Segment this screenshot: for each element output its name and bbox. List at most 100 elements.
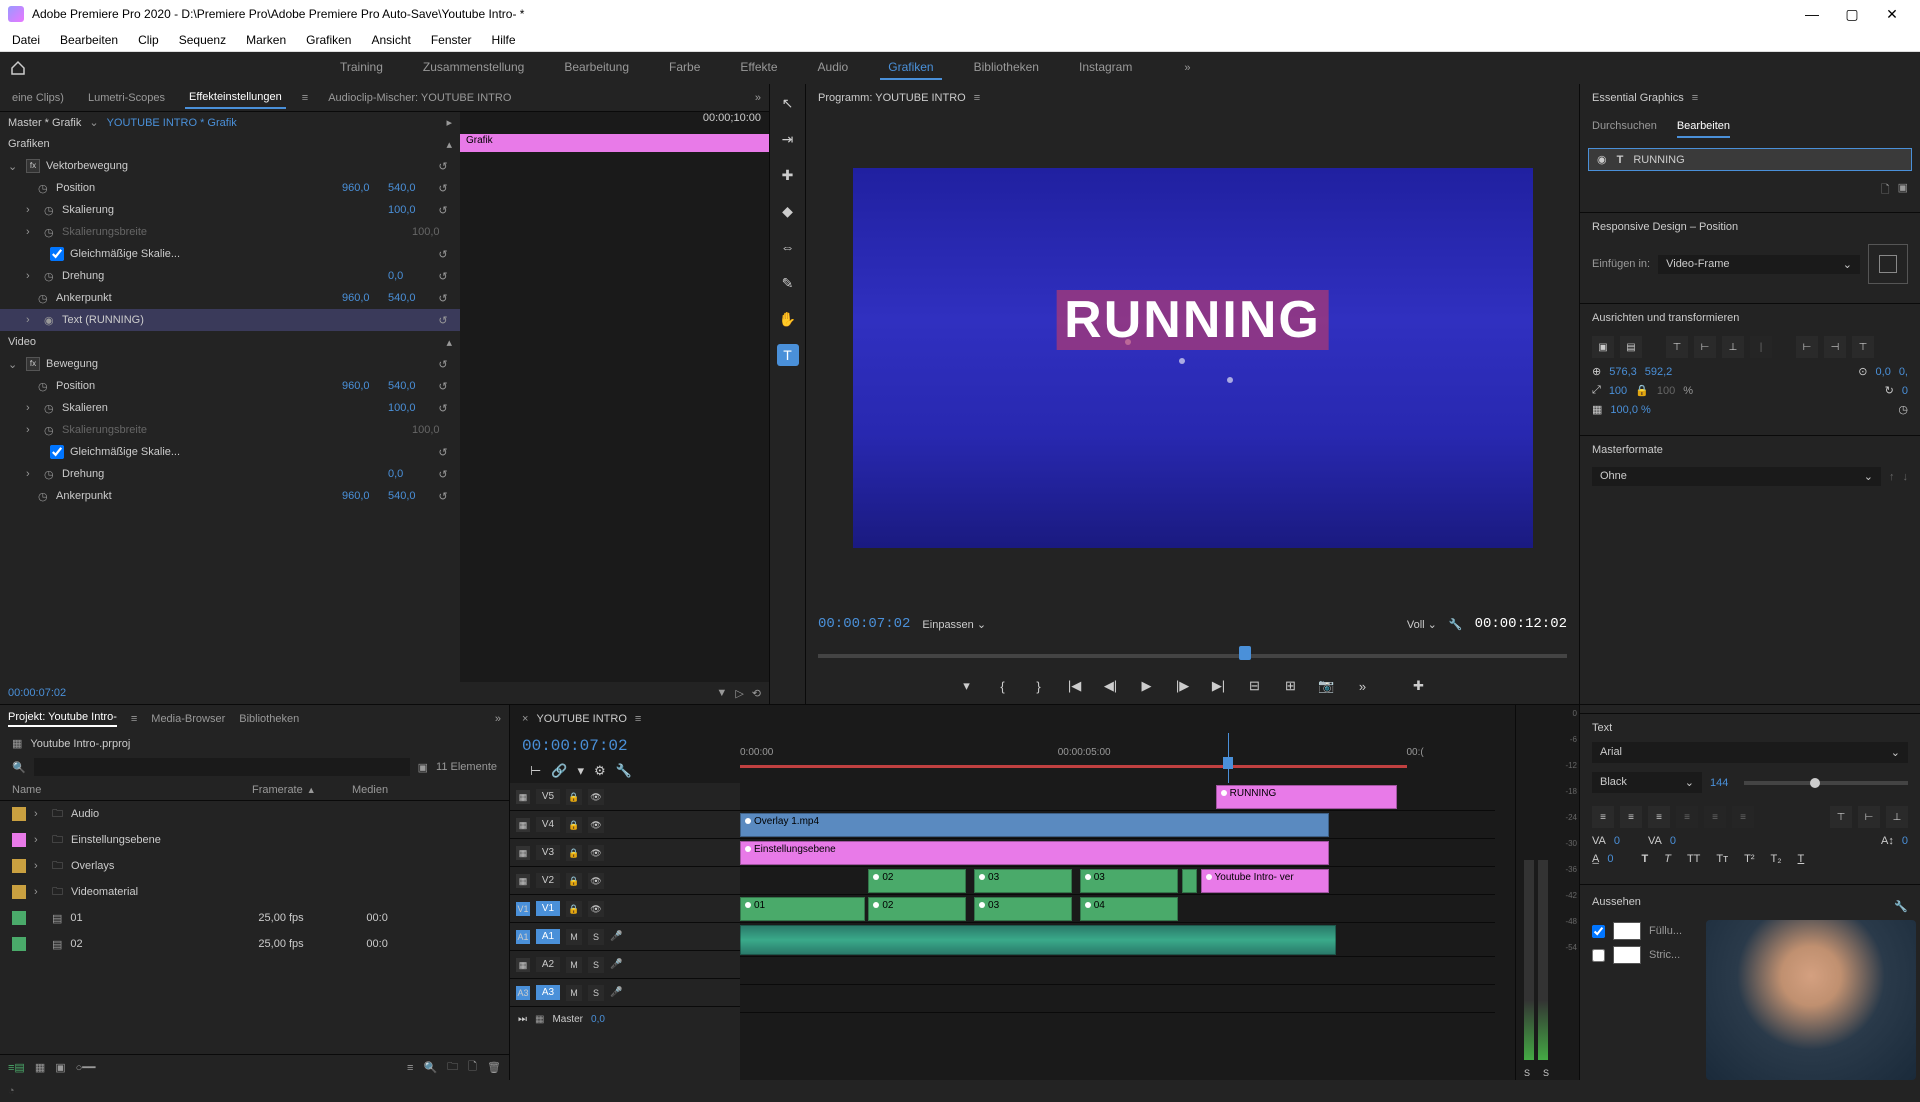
reset-icon[interactable] [434,248,452,261]
eg-tab-bearbeiten[interactable]: Bearbeiten [1677,116,1730,138]
stopwatch-icon[interactable]: ◷ [44,270,56,283]
clip-03-v2[interactable]: 03 [974,869,1072,893]
align-left-icon[interactable]: ▣ [1592,336,1614,358]
menu-bearbeiten[interactable]: Bearbeiten [52,31,126,49]
clip-overlay[interactable]: Overlay 1.mp4 [740,813,1329,837]
reset-icon[interactable] [434,292,452,305]
timeline-tc[interactable]: 00:00:07:02 [522,737,668,755]
expand-icon[interactable]: › [34,834,44,846]
track-source-a3[interactable]: A3 [516,986,530,1000]
project-item[interactable]: ▤0125,00 fps00:0 [0,905,509,931]
menu-sequenz[interactable]: Sequenz [171,31,234,49]
ec-master-label[interactable]: Master * Grafik [8,117,81,129]
group-grafiken[interactable]: Grafiken [8,138,440,150]
menu-grafiken[interactable]: Grafiken [298,31,359,49]
list-view-icon[interactable]: ≡▤ [8,1061,25,1074]
panel-menu-icon[interactable]: ≡ [635,713,641,725]
stopwatch-icon[interactable]: ◷ [44,468,56,481]
clip-02-v1[interactable]: 02 [868,897,966,921]
stopwatch-icon[interactable]: ◷ [44,402,56,415]
track-v4[interactable]: V4 [536,817,560,832]
reset-icon[interactable] [434,468,452,481]
eg-baseline[interactable]: 0 [1607,853,1613,865]
clip-03b-v2[interactable]: 03 [1080,869,1178,893]
text-justify-last-left-icon[interactable]: ≡ [1704,806,1726,828]
clip-audio-a1[interactable] [740,925,1336,955]
project-item[interactable]: ›🗀Videomaterial [0,879,509,905]
track-lock-icon[interactable]: 🔒 [566,817,582,833]
ec-clip-label[interactable]: YOUTUBE INTRO * Grafik [107,117,237,129]
clip-04-v1[interactable]: 04 [1080,897,1178,921]
freeform-view-icon[interactable]: ▣ [55,1061,65,1074]
marker-icon[interactable]: ▾ [578,763,585,779]
reset-icon[interactable] [434,160,452,173]
eg-tracking[interactable]: 0 [1614,835,1620,847]
track-v2[interactable]: V2 [536,873,560,888]
razor-tool-icon[interactable]: ◆ [777,200,799,222]
program-monitor[interactable]: RUNNING [853,168,1533,548]
gleichm-checkbox[interactable] [50,247,64,261]
tab-audioclip-mischer[interactable]: Audioclip-Mischer: YOUTUBE INTRO [324,88,515,108]
slip-tool-icon[interactable]: ⇔ [777,236,799,258]
small-caps-icon[interactable]: Tᴛ [1716,853,1728,865]
type-tool-icon[interactable]: T [777,344,799,366]
track-toggle[interactable]: ▦ [516,818,530,832]
workspace-audio[interactable]: Audio [810,56,857,80]
running-text-overlay[interactable]: RUNNING [1056,290,1329,350]
extract-icon[interactable]: ⊞ [1280,675,1302,697]
stopwatch-icon[interactable]: ◷ [38,292,50,305]
eg-layer-running[interactable]: ◉ T RUNNING [1588,148,1912,171]
expand-icon[interactable]: › [34,860,44,872]
stopwatch-icon[interactable]: ◷ [38,380,50,393]
menu-ansicht[interactable]: Ansicht [363,31,418,49]
workspace-bearbeitung[interactable]: Bearbeitung [556,56,637,80]
export-frame-icon[interactable]: 📷 [1316,675,1338,697]
workspace-farbe[interactable]: Farbe [661,56,708,80]
eg-weight-dropdown[interactable]: Black⌄ [1592,772,1702,793]
font-size-slider[interactable] [1744,781,1908,785]
workspace-grafiken[interactable]: Grafiken [880,56,941,80]
text-top-icon[interactable]: ⊤ [1830,806,1852,828]
position-y[interactable]: 540,0 [388,182,428,194]
menu-hilfe[interactable]: Hilfe [484,31,524,49]
distribute-c-icon[interactable]: ⊤ [1852,336,1874,358]
reset-icon[interactable] [434,402,452,415]
clip-einstellungsebene[interactable]: Einstellungsebene [740,841,1329,865]
overflow-icon[interactable]: » [1352,675,1374,697]
minimize-button[interactable]: — [1792,6,1832,22]
skip-end-icon[interactable]: ⏭ [518,1014,527,1025]
mark-out-icon[interactable]: } [1028,675,1050,697]
play-icon[interactable]: ▶ [1136,675,1158,697]
panel-menu-icon[interactable]: ≡ [1692,92,1698,104]
settings-icon[interactable]: 🔧 [1449,618,1463,631]
panel-menu-icon[interactable]: ≡ [131,713,137,725]
quality-dropdown[interactable]: Voll ⌄ [1407,618,1437,631]
home-icon[interactable] [8,58,28,78]
up-arrow-icon[interactable]: ↑ [1889,471,1895,483]
reset-icon[interactable] [434,380,452,393]
reset-icon[interactable] [434,358,452,371]
stopwatch-icon[interactable]: ◷ [38,490,50,503]
anker-y[interactable]: 540,0 [388,292,428,304]
find-icon[interactable]: 🔍 [423,1061,437,1074]
icon-view-icon[interactable]: ▦ [35,1061,45,1074]
go-to-out-icon[interactable]: ▶| [1208,675,1230,697]
text-justify-last-right-icon[interactable]: ≡ [1732,806,1754,828]
all-caps-icon[interactable]: TT [1687,853,1700,865]
align-vcenter-icon[interactable]: ⊢ [1694,336,1716,358]
project-search-input[interactable] [34,758,410,776]
text-align-center-icon[interactable]: ≡ [1620,806,1642,828]
anker-x[interactable]: 960,0 [342,292,382,304]
bin-icon[interactable]: ▣ [418,761,428,774]
text-align-left-icon[interactable]: ≡ [1592,806,1614,828]
expand-icon[interactable]: ⌄ [8,160,20,173]
underline-icon[interactable]: T [1798,853,1805,865]
project-item[interactable]: ›🗀Audio [0,801,509,827]
mic-icon[interactable]: 🎤 [610,931,622,942]
expand-icon[interactable]: › [26,468,38,480]
track-visibility-icon[interactable]: 👁 [588,873,604,889]
tab-media-browser[interactable]: Media-Browser [151,713,225,725]
text-layer-running[interactable]: Text (RUNNING) [62,314,428,326]
eg-master-dropdown[interactable]: Ohne⌄ [1592,467,1881,486]
eg-kerning[interactable]: 0 [1670,835,1676,847]
